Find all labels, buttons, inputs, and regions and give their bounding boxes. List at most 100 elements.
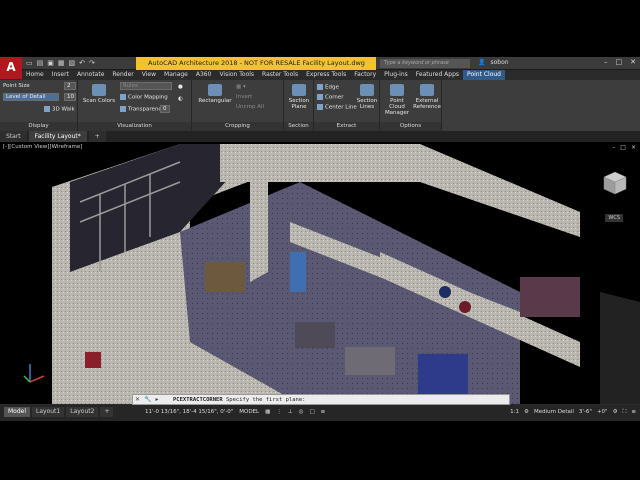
- layout-tab-layout2[interactable]: Layout2: [66, 407, 99, 417]
- rectangular-crop-icon: [208, 84, 222, 96]
- command-name: PCEXTRACTCORNER: [173, 397, 223, 403]
- visualization-panel-title[interactable]: Visualization: [78, 122, 191, 131]
- tab-plug-ins[interactable]: Plug-ins: [380, 70, 412, 80]
- redo-icon[interactable]: ↷: [89, 59, 95, 68]
- extract-panel: Edge Corner Center Line Section Lines Ex…: [314, 80, 380, 131]
- polar-icon[interactable]: ◎: [299, 407, 304, 418]
- elevation-readout[interactable]: +0": [597, 407, 608, 418]
- command-line[interactable]: ✕ 🔧 ▸ PCEXTRACTCORNER Specify the first …: [132, 394, 510, 405]
- lighting-icon[interactable]: ●: [178, 84, 183, 90]
- new-icon[interactable]: ▭: [26, 59, 33, 68]
- grid-icon[interactable]: ▦: [265, 407, 270, 418]
- customize-icon[interactable]: ≡: [631, 407, 636, 418]
- user-icon[interactable]: 👤: [478, 59, 485, 66]
- invert-button[interactable]: Invert: [236, 94, 252, 100]
- osnap-icon[interactable]: □: [309, 407, 314, 418]
- viewcube-icon[interactable]: [602, 170, 628, 196]
- settings-icon[interactable]: ⚙: [524, 407, 529, 418]
- file-tab-facility-layout[interactable]: Facility Layout*: [28, 131, 87, 142]
- drawing-viewport[interactable]: [-][Custom View][Wireframe] – □ × WCS: [0, 142, 640, 404]
- annotation-scale[interactable]: 1:1: [510, 407, 519, 418]
- transparency-icon: [120, 106, 126, 112]
- fullscreen-icon[interactable]: ⛶: [623, 407, 627, 418]
- lineweight-icon[interactable]: ≡: [321, 407, 326, 418]
- file-tab-start[interactable]: Start: [0, 131, 27, 142]
- dimension-readout[interactable]: 3'-6": [579, 407, 592, 418]
- wcs-menu[interactable]: WCS: [605, 214, 623, 222]
- maximize-icon[interactable]: □: [616, 58, 623, 66]
- plot-icon[interactable]: ▧: [69, 59, 76, 68]
- corner-button[interactable]: Corner: [317, 94, 344, 101]
- lathe-machine: [295, 322, 335, 348]
- rectangular-crop-button[interactable]: Rectangular: [198, 84, 232, 104]
- search-input[interactable]: Type a keyword or phrase: [380, 59, 470, 68]
- color-mapping-button[interactable]: Color Mapping: [120, 94, 168, 101]
- level-of-detail-label[interactable]: Level of Detail: [3, 93, 59, 101]
- tab-factory[interactable]: Factory: [350, 70, 380, 80]
- edge-button[interactable]: Edge: [317, 84, 339, 91]
- layout-tab-layout1[interactable]: Layout1: [32, 407, 65, 417]
- close-icon[interactable]: ✕: [630, 58, 636, 66]
- style-dropdown[interactable]: Rules: [120, 82, 172, 90]
- point-size-field[interactable]: 2: [64, 82, 76, 90]
- section-lines-button[interactable]: Section Lines: [356, 84, 378, 110]
- crop-state-icon[interactable]: ▦ ▾: [236, 84, 246, 90]
- tab-vision-tools[interactable]: Vision Tools: [215, 70, 258, 80]
- minimize-icon[interactable]: –: [604, 58, 608, 66]
- saveas-icon[interactable]: ▦: [58, 59, 65, 68]
- center-line-button[interactable]: Center Line: [317, 104, 357, 111]
- tab-render[interactable]: Render: [108, 70, 137, 80]
- tab-insert[interactable]: Insert: [48, 70, 73, 80]
- detail-level-dropdown[interactable]: Medium Detail: [534, 407, 574, 418]
- tab-view[interactable]: View: [138, 70, 160, 80]
- tab-featured-apps[interactable]: Featured Apps: [412, 70, 463, 80]
- user-name[interactable]: sobon: [490, 59, 508, 66]
- uncrop-button[interactable]: Uncrop All: [236, 104, 264, 110]
- viewport-maximize-icon[interactable]: □: [620, 144, 626, 151]
- model-space-button[interactable]: MODEL: [239, 407, 259, 418]
- level-of-detail-field[interactable]: 10: [64, 93, 76, 101]
- coordinate-readout[interactable]: 11'-0 13/16", 18'-4 15/16", 0'-0": [145, 407, 233, 418]
- ucs-icon: [23, 364, 45, 383]
- extract-panel-title[interactable]: Extract: [314, 122, 379, 131]
- display-panel-title[interactable]: Display: [0, 122, 77, 131]
- mill-machine: [345, 347, 395, 375]
- open-icon[interactable]: ▤: [37, 59, 44, 68]
- point-cloud-manager-button[interactable]: Point Cloud Manager: [382, 84, 412, 116]
- viewport-minimize-icon[interactable]: –: [612, 144, 615, 151]
- new-tab-button[interactable]: +: [88, 131, 106, 142]
- save-icon[interactable]: ▣: [47, 59, 54, 68]
- add-layout-button[interactable]: +: [100, 407, 114, 417]
- tab-manage[interactable]: Manage: [160, 70, 192, 80]
- viewport-close-icon[interactable]: ×: [631, 144, 636, 151]
- tab-home[interactable]: Home: [22, 70, 48, 80]
- person-figure-2: [459, 301, 471, 313]
- section-plane-button[interactable]: Section Plane: [286, 84, 312, 110]
- close-command-icon[interactable]: ✕: [135, 396, 140, 404]
- section-panel-title[interactable]: Section: [284, 122, 313, 131]
- tab-point-cloud[interactable]: Point Cloud: [463, 70, 505, 80]
- options-panel-title[interactable]: Options: [380, 122, 441, 131]
- viewport-label[interactable]: [-][Custom View][Wireframe]: [3, 144, 82, 150]
- edge-icon: [317, 84, 323, 90]
- red-equipment: [85, 352, 101, 368]
- command-text[interactable]: PCEXTRACTCORNER Specify the first plane:: [173, 395, 305, 405]
- undo-icon[interactable]: ↶: [79, 59, 85, 68]
- 3d-walk-button[interactable]: 3D Walk: [44, 106, 75, 113]
- workspace-icon[interactable]: ⚙: [613, 407, 618, 418]
- app-menu-button[interactable]: A: [0, 57, 22, 79]
- scan-colors-button[interactable]: Scan Colors: [82, 84, 116, 104]
- tab-annotate[interactable]: Annotate: [73, 70, 108, 80]
- tab-express-tools[interactable]: Express Tools: [302, 70, 350, 80]
- external-reference-button[interactable]: External Reference: [412, 84, 442, 110]
- tab-a360[interactable]: A360: [192, 70, 216, 80]
- east-shadow: [600, 292, 640, 404]
- tab-raster-tools[interactable]: Raster Tools: [258, 70, 302, 80]
- cropping-panel-title[interactable]: Cropping: [192, 122, 283, 131]
- customize-command-icon[interactable]: 🔧: [144, 396, 151, 404]
- limit-box-icon[interactable]: ◐: [178, 96, 183, 102]
- ortho-icon[interactable]: ⊥: [288, 407, 293, 418]
- transparency-field[interactable]: 0: [160, 105, 170, 113]
- snap-icon[interactable]: ⋮: [276, 407, 282, 418]
- layout-tab-model[interactable]: Model: [4, 407, 31, 417]
